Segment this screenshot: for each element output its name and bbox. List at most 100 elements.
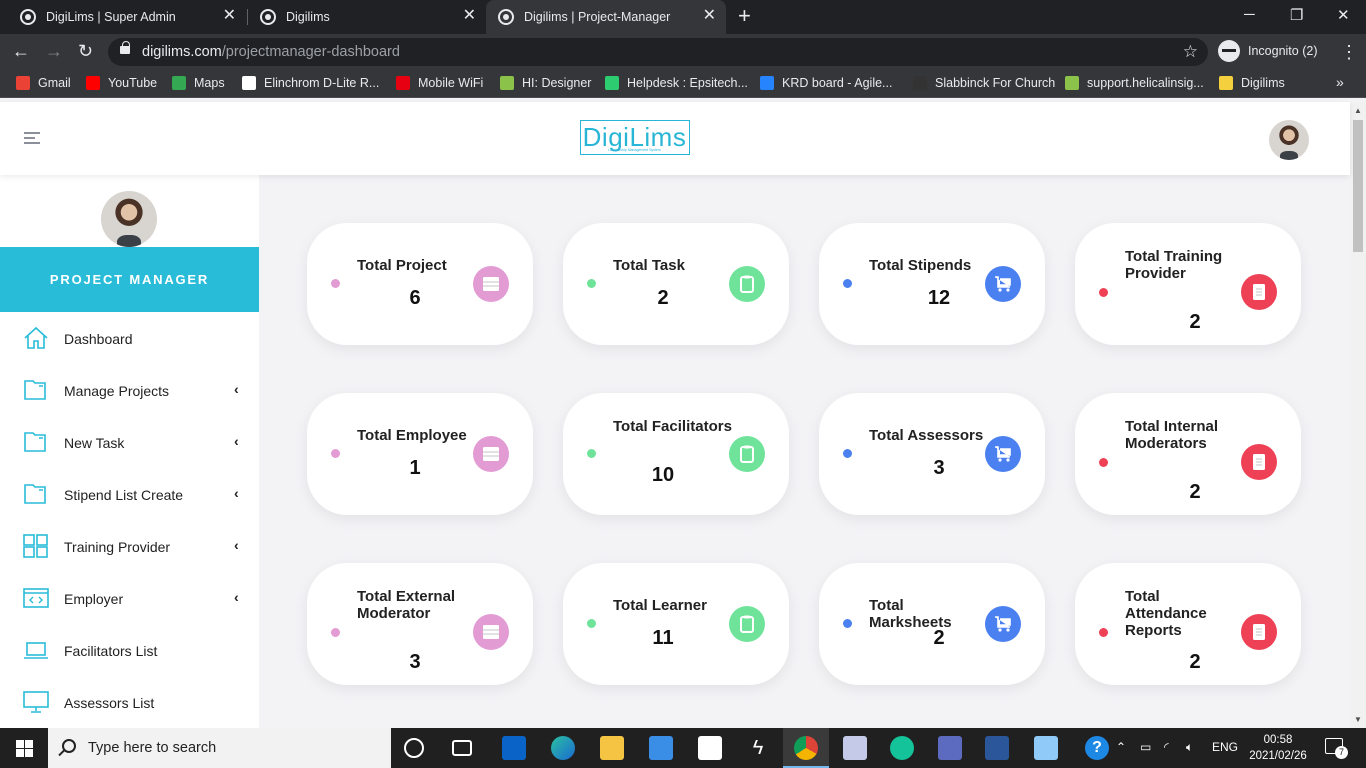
table-icon[interactable] [473,266,509,302]
stat-card[interactable]: Total Training Provider 2 [1075,223,1301,345]
bookmark-helpdesk[interactable]: Helpdesk : Epsitech... [605,76,748,90]
stat-card[interactable]: Total Marksheets 2 [819,563,1045,685]
cart-icon[interactable] [985,436,1021,472]
stat-card[interactable]: Total Employee 1 [307,393,533,515]
sidebar-item-stipend-list-create[interactable]: Stipend List Create ‹ [0,468,259,520]
restore-button[interactable]: ❐ [1290,6,1303,24]
incognito-profile-button[interactable]: Incognito (2) [1218,40,1317,62]
sidebar-item-training-provider[interactable]: Training Provider ‹ [0,520,259,572]
notifications-icon[interactable]: 7 [1325,738,1348,759]
help-icon[interactable]: ? [1085,736,1109,760]
scroll-down-arrow-icon[interactable]: ▼ [1354,715,1362,724]
close-icon[interactable]: ✕ [463,8,476,24]
mail-icon[interactable] [649,736,673,760]
file-explorer-icon[interactable] [600,736,624,760]
notepad-icon[interactable] [1034,736,1058,760]
stat-card[interactable]: Total Internal Moderators 2 [1075,393,1301,515]
amazon-icon[interactable] [698,736,722,760]
chevron-left-icon[interactable]: ‹ [234,589,239,605]
sidebar-item-new-task[interactable]: New Task ‹ [0,416,259,468]
battery-icon[interactable]: ▭ [1140,740,1151,754]
sidebar-item-facilitators-list[interactable]: Facilitators List [0,624,259,676]
close-icon[interactable]: ✕ [703,8,716,24]
cart-icon[interactable] [985,606,1021,642]
cortana-icon[interactable] [404,738,424,758]
bookmark-star-icon[interactable]: ☆ [1183,42,1198,62]
stat-card[interactable]: Total Project 6 [307,223,533,345]
clipboard-icon[interactable] [729,266,765,302]
stat-card[interactable]: Total Learner 11 [563,563,789,685]
bookmark-gmail[interactable]: Gmail [16,76,71,90]
close-icon[interactable]: ✕ [223,8,236,24]
chevron-left-icon[interactable]: ‹ [234,537,239,553]
hamburger-menu-icon[interactable] [24,132,40,146]
edge-icon[interactable] [551,736,575,760]
bookmark-helical-support[interactable]: support.helicalinsig... [1065,76,1204,90]
word-icon[interactable] [985,736,1009,760]
taskbar-search-box[interactable]: Type here to search [48,728,391,768]
browser-tab-super-admin[interactable]: DigiLims | Super Admin ✕ [0,0,246,34]
windows-start-icon[interactable] [16,740,33,757]
document-icon[interactable] [1241,614,1277,650]
bookmark-hi-designer[interactable]: HI: Designer [500,76,591,90]
forward-button[interactable]: → [45,41,63,61]
chevron-left-icon[interactable]: ‹ [234,485,239,501]
scroll-up-arrow-icon[interactable]: ▲ [1354,106,1362,115]
new-tab-button[interactable]: + [738,5,751,27]
clipboard-icon[interactable] [729,606,765,642]
grammarly-icon[interactable] [890,736,914,760]
sidebar-item-dashboard[interactable]: Dashboard [0,312,259,364]
cart-icon[interactable] [985,266,1021,302]
sidebar-item-employer[interactable]: Employer ‹ [0,572,259,624]
table-icon[interactable] [473,436,509,472]
more-bookmarks-icon[interactable]: » [1336,74,1344,90]
paint-icon[interactable] [843,736,867,760]
taskbar-clock[interactable]: 00:58 2021/02/26 [1248,732,1308,764]
language-indicator[interactable]: ENG [1212,740,1238,754]
stat-card[interactable]: Total Stipends 12 [819,223,1045,345]
window-close-button[interactable]: ✕ [1337,6,1350,24]
header-user-avatar[interactable] [1269,120,1309,160]
browser-menu-icon[interactable]: ⋮ [1340,42,1358,63]
tray-chevron-up-icon[interactable]: ⌃ [1116,740,1126,754]
remote-desktop-icon[interactable] [938,736,962,760]
scrollbar-thumb[interactable] [1353,120,1363,252]
outlook-icon[interactable] [502,736,526,760]
stat-card[interactable]: Total Assessors 3 [819,393,1045,515]
document-icon[interactable] [1241,274,1277,310]
sidebar-item-label: Dashboard [64,331,133,347]
page-scrollbar[interactable]: ▲ ▼ [1350,102,1366,728]
bookmark-digilims-folder[interactable]: Digilims [1219,76,1285,90]
clipboard-icon[interactable] [729,436,765,472]
lightning-app-icon[interactable]: ϟ [746,736,770,760]
sidebar-item-assessors-list[interactable]: Assessors List [0,676,259,728]
document-icon[interactable] [1241,444,1277,480]
bookmark-maps[interactable]: Maps [172,76,225,90]
minimize-button[interactable]: ─ [1244,6,1255,23]
sidebar-item-manage-projects[interactable]: Manage Projects ‹ [0,364,259,416]
sidebar-user-avatar[interactable] [101,191,157,247]
stat-card[interactable]: Total Facilitators 10 [563,393,789,515]
bookmark-elinchrom[interactable]: Elinchrom D-Lite R... [242,76,379,90]
chevron-left-icon[interactable]: ‹ [234,381,239,397]
bookmark-slabbinck[interactable]: Slabbinck For Church [913,76,1055,90]
chrome-taskbar-button[interactable] [783,728,829,768]
digilims-logo[interactable]: DigiLims Learnership Management System [580,120,690,155]
wifi-icon[interactable]: ◜ [1164,740,1169,754]
bookmark-mobile-wifi[interactable]: Mobile WiFi [396,76,483,90]
back-button[interactable]: ← [12,41,30,61]
stat-card[interactable]: Total Attendance Reports 2 [1075,563,1301,685]
table-icon[interactable] [473,614,509,650]
tab-title: Digilims | Project-Manager [524,10,671,24]
browser-tab-digilims[interactable]: Digilims ✕ [248,0,486,34]
task-view-icon[interactable] [452,740,472,756]
chevron-left-icon[interactable]: ‹ [234,433,239,449]
stat-card[interactable]: Total Task 2 [563,223,789,345]
stat-card[interactable]: Total External Moderator 3 [307,563,533,685]
reload-button[interactable]: ↻ [78,41,93,61]
browser-tab-project-manager[interactable]: Digilims | Project-Manager ✕ [486,0,726,34]
volume-icon[interactable]: 🔈︎ [1186,740,1193,755]
url-bar[interactable]: digilims.com/projectmanager-dashboard ☆ [108,38,1208,66]
bookmark-krd-board[interactable]: KRD board - Agile... [760,76,892,90]
bookmark-youtube[interactable]: YouTube [86,76,157,90]
